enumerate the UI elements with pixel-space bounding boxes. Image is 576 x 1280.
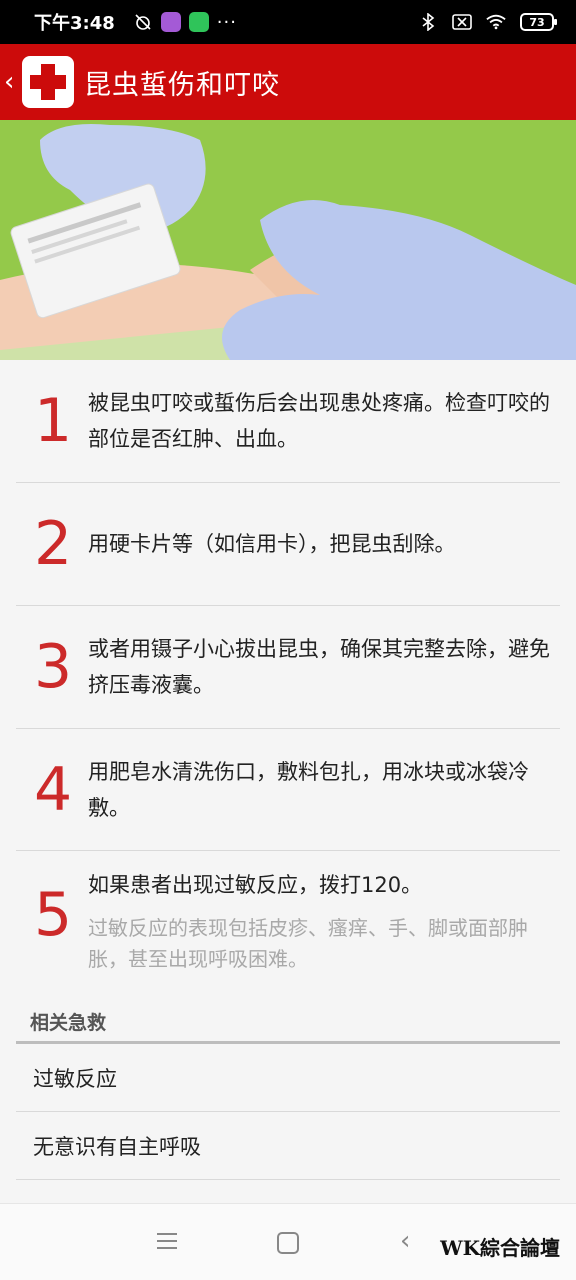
step-4: 4 用肥皂水清洗伤口，敷料包扎，用冰块或冰袋冷敷。	[16, 729, 560, 851]
more-notifications-icon: ···	[216, 11, 237, 33]
step-2: 2 用硬卡片等（如信用卡），把昆虫刮除。	[16, 483, 560, 606]
step-number: 4	[34, 754, 73, 825]
step-text: 如果患者出现过敏反应，拨打120。	[88, 873, 423, 897]
wifi-icon	[486, 12, 506, 32]
back-button[interactable]: ‹	[4, 67, 22, 97]
nav-back-icon[interactable]: ‹	[400, 1228, 426, 1254]
watermark: WK綜合論壇	[440, 1236, 560, 1260]
step-number: 5	[34, 880, 73, 950]
step-5: 5 如果患者出现过敏反应，拨打120。 过敏反应的表现包括皮疹、瘙痒、手、脚或面…	[16, 867, 560, 997]
related-item-unconscious-breathing[interactable]: 无意识有自主呼吸	[16, 1112, 560, 1180]
red-cross-logo-icon[interactable]	[22, 56, 74, 108]
step-text: 或者用镊子小心拔出昆虫，确保其完整去除，避免挤压毒液囊。	[88, 637, 550, 697]
related-section-title: 相关急救	[30, 1012, 107, 1034]
step-number: 2	[34, 509, 73, 579]
wechat-icon	[188, 12, 209, 32]
step-3: 3 或者用镊子小心拔出昆虫，确保其完整去除，避免挤压毒液囊。	[16, 606, 560, 729]
step-text: 被昆虫叮咬或蜇伤后会出现患处疼痛。检查叮咬的部位是否红肿、出血。	[88, 391, 550, 451]
hero-image	[0, 120, 576, 360]
step-text: 用肥皂水清洗伤口，敷料包扎，用冰块或冰袋冷敷。	[88, 759, 529, 820]
status-time: 下午3:48	[34, 13, 115, 34]
status-bar: 下午3:48 ··· 73	[0, 0, 576, 44]
recent-apps-icon[interactable]	[157, 1228, 183, 1254]
step-text: 用硬卡片等（如信用卡），把昆虫刮除。	[88, 532, 456, 556]
first-aid-content: 1 被昆虫叮咬或蜇伤后会出现患处疼痛。检查叮咬的部位是否红肿、出血。 2 用硬卡…	[0, 360, 576, 1203]
step-number: 1	[34, 386, 73, 456]
related-item-allergic-reaction[interactable]: 过敏反应	[16, 1044, 560, 1112]
step-note: 过敏反应的表现包括皮疹、瘙痒、手、脚或面部肿胀，甚至出现呼吸困难。	[88, 916, 528, 971]
step-number: 3	[34, 632, 73, 702]
alarm-off-icon	[133, 12, 153, 32]
battery-icon: 73	[520, 13, 557, 31]
app-notification-icon	[160, 12, 181, 32]
sim-off-icon	[452, 12, 472, 32]
page-title: 昆虫蜇伤和叮咬	[84, 69, 280, 101]
step-1: 1 被昆虫叮咬或蜇伤后会出现患处疼痛。检查叮咬的部位是否红肿、出血。	[16, 360, 560, 483]
app-header: ‹ 昆虫蜇伤和叮咬	[0, 44, 576, 120]
bluetooth-icon	[418, 12, 438, 32]
home-icon[interactable]	[277, 1232, 299, 1254]
